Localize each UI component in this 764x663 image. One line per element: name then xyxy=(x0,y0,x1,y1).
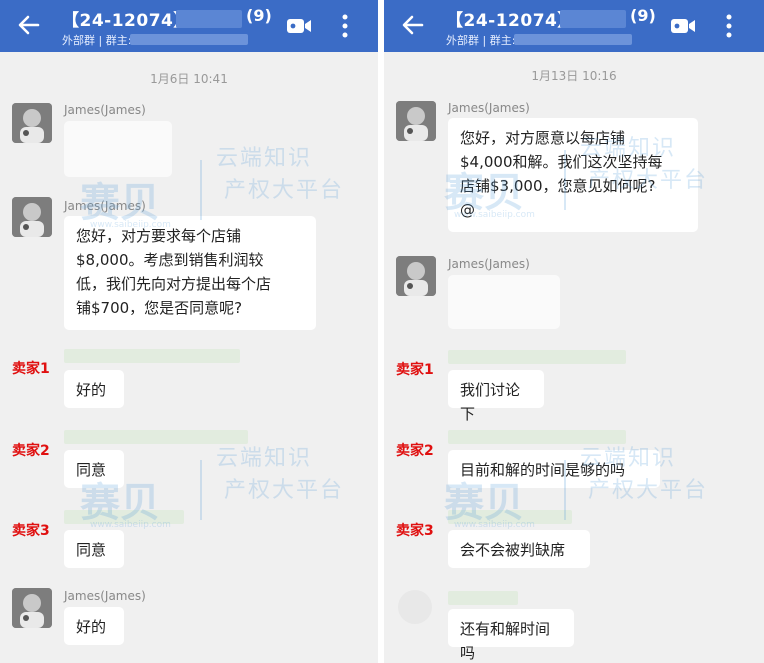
message-bubble[interactable]: 我们讨论下 xyxy=(448,370,544,423)
watermark-slogan-line1: 云端知识 xyxy=(216,146,313,171)
redacted-sender-name xyxy=(448,591,518,605)
avatar[interactable] xyxy=(12,197,52,237)
message-text: 您好，对方愿意以每店铺 $4,000和解。我们这次坚持每 店铺$3,000，您意… xyxy=(460,129,663,219)
back-arrow-icon[interactable] xyxy=(16,12,42,38)
message-text: 会不会被判缺席 xyxy=(460,541,566,559)
message-bubble[interactable]: 会不会被判缺席 xyxy=(448,530,590,568)
watermark-slogan-line2: 产权大平台 xyxy=(224,178,345,203)
redacted-sender-name xyxy=(448,430,626,444)
avatar[interactable]: 卖家3 xyxy=(12,510,52,550)
avatar-label: 卖家2 xyxy=(12,443,50,459)
redacted-message-bubble[interactable] xyxy=(64,121,172,177)
timestamp: 1月13日 10:16 xyxy=(531,69,617,83)
avatar-label: 卖家3 xyxy=(396,523,434,539)
member-count: (9) xyxy=(630,6,656,25)
message-text: 目前和解的时间是够的吗 xyxy=(460,461,626,479)
avatar[interactable]: 卖家3 xyxy=(396,510,436,550)
avatar-label: 卖家1 xyxy=(396,362,434,378)
message-text: 好的 xyxy=(76,618,107,636)
avatar[interactable]: 卖家1 xyxy=(396,349,436,389)
group-title: 【24-12074】 xyxy=(446,11,575,31)
timestamp: 1月6日 10:41 xyxy=(150,72,228,86)
video-call-icon[interactable] xyxy=(286,16,312,36)
chat-header: 【24-12074】 (9) 外部群 | 群主: xyxy=(384,0,764,52)
avatar-label: 卖家1 xyxy=(12,361,50,377)
message-bubble[interactable]: 您好，对方要求每个店铺 $8,000。考虑到销售利润较 低，我们先向对方提出每个… xyxy=(64,216,316,330)
sender-name: James(James) xyxy=(64,103,146,117)
avatar[interactable]: 卖家2 xyxy=(12,430,52,470)
redacted-sender-name xyxy=(448,350,626,364)
redacted-group-name xyxy=(176,10,242,28)
watermark-divider xyxy=(200,160,202,220)
message-bubble[interactable]: 您好，对方愿意以每店铺 $4,000和解。我们这次坚持每 店铺$3,000，您意… xyxy=(448,118,698,232)
back-arrow-icon[interactable] xyxy=(400,12,426,38)
member-count: (9) xyxy=(246,6,272,25)
avatar[interactable] xyxy=(12,103,52,143)
watermark-slogan-line2: 产权大平台 xyxy=(224,478,345,503)
avatar[interactable] xyxy=(396,256,436,296)
message-text: 还有和解时间吗 xyxy=(460,620,551,662)
avatar[interactable] xyxy=(396,101,436,141)
message-text: 同意 xyxy=(76,541,107,559)
redacted-sender-name xyxy=(64,349,240,363)
watermark-slogan-line1: 云端知识 xyxy=(216,446,313,471)
redacted-sender-name xyxy=(64,510,184,524)
sender-name: James(James) xyxy=(448,101,530,115)
avatar[interactable] xyxy=(12,588,52,628)
message-bubble[interactable]: 目前和解的时间是够的吗 xyxy=(448,450,660,488)
redacted-sender-name xyxy=(448,510,572,524)
chat-screen-left: 【24-12074】 (9) 外部群 | 群主: 1月6日 10:41 Jame… xyxy=(0,0,378,663)
message-bubble[interactable]: 同意 xyxy=(64,530,124,568)
avatar[interactable]: 卖家2 xyxy=(396,430,436,470)
message-text: 您好，对方要求每个店铺 $8,000。考虑到销售利润较 低，我们先向对方提出每个… xyxy=(76,227,272,317)
chat-header: 【24-12074】 (9) 外部群 | 群主: xyxy=(0,0,378,52)
message-bubble[interactable]: 还有和解时间吗 xyxy=(448,609,574,662)
avatar-label: 卖家3 xyxy=(12,523,50,539)
chat-screen-right: 【24-12074】 (9) 外部群 | 群主: 1月13日 10:16 Jam… xyxy=(384,0,764,663)
message-bubble[interactable]: 好的 xyxy=(64,607,124,645)
more-vertical-icon[interactable] xyxy=(342,14,348,38)
avatar[interactable]: 卖家1 xyxy=(12,348,52,388)
sender-name: James(James) xyxy=(448,257,530,271)
video-call-icon[interactable] xyxy=(670,16,696,36)
message-text: 好的 xyxy=(76,381,107,399)
message-bubble[interactable]: 好的 xyxy=(64,370,124,408)
redacted-owner-name xyxy=(514,34,632,45)
redacted-group-name xyxy=(560,10,626,28)
group-subtitle: 外部群 | 群主: xyxy=(62,34,132,47)
avatar-label: 卖家2 xyxy=(396,443,434,459)
redacted-sender-name xyxy=(64,430,248,444)
message-text: 我们讨论下 xyxy=(460,381,521,423)
more-vertical-icon[interactable] xyxy=(726,14,732,38)
group-title: 【24-12074】 xyxy=(62,11,191,31)
redacted-message-bubble[interactable] xyxy=(448,275,560,329)
sender-name: James(James) xyxy=(64,589,146,603)
sender-name: James(James) xyxy=(64,199,146,213)
message-bubble[interactable]: 同意 xyxy=(64,450,124,488)
redacted-owner-name xyxy=(130,34,248,45)
message-text: 同意 xyxy=(76,461,107,479)
watermark-divider xyxy=(200,460,202,520)
avatar[interactable] xyxy=(398,590,432,624)
group-subtitle: 外部群 | 群主: xyxy=(446,34,516,47)
